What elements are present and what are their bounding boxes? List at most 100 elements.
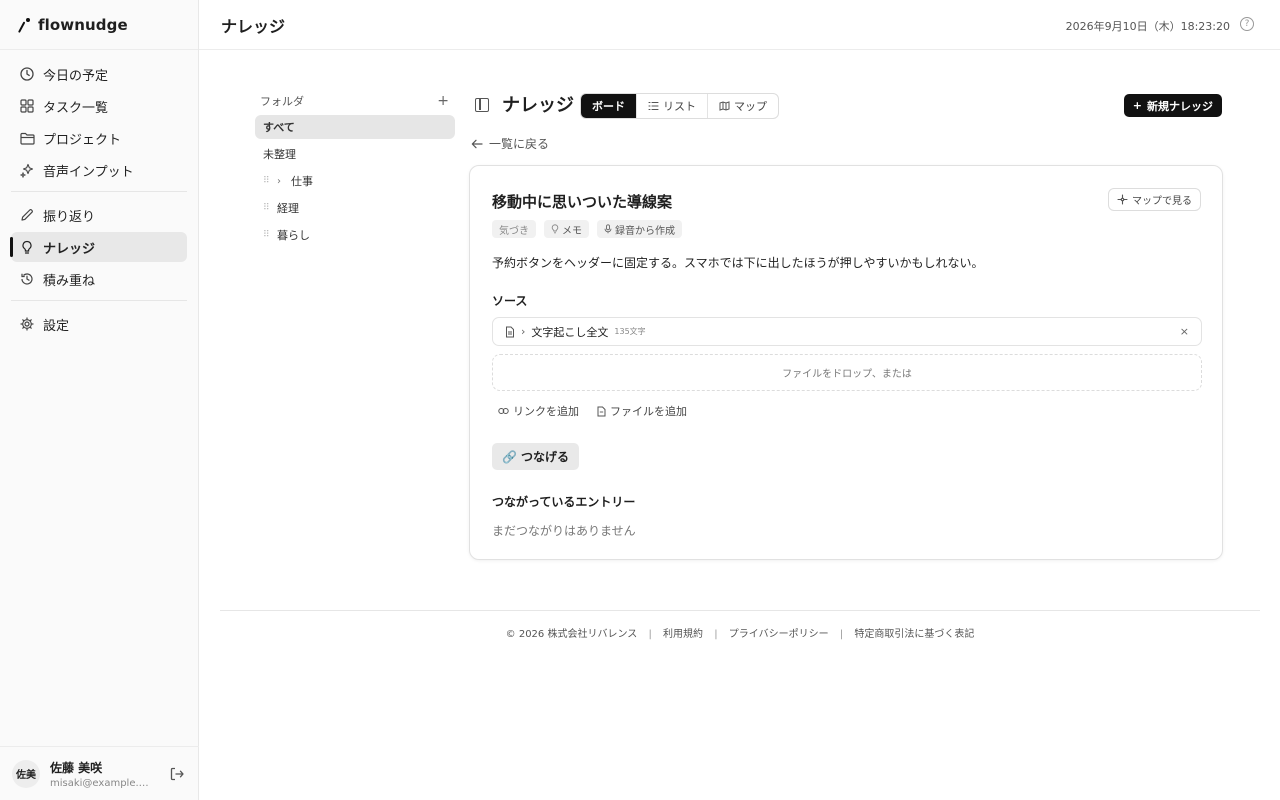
- source-section-title: ソース: [492, 294, 528, 308]
- back-to-list-link[interactable]: 一覧に戻る: [471, 135, 549, 152]
- sidebar-item-label: 設定: [43, 318, 70, 334]
- page-title: ナレッジ: [221, 16, 286, 36]
- sidebar-item-projects[interactable]: プロジェクト: [11, 123, 187, 153]
- clock-icon: [19, 66, 35, 82]
- sidebar-item-tasks[interactable]: タスク一覧: [11, 91, 187, 121]
- folder-icon: [19, 130, 35, 146]
- view-list-tab[interactable]: リスト: [637, 94, 708, 118]
- avatar: 佐美: [12, 759, 40, 788]
- add-file-button[interactable]: ファイルを追加: [597, 403, 687, 419]
- new-knowledge-label: 新規ナレッジ: [1147, 99, 1213, 113]
- knowledge-toolbar: ナレッジ ボード リスト マップ + 新規ナレッジ: [470, 93, 1222, 119]
- footer-terms-link[interactable]: 利用規約: [663, 629, 703, 640]
- sparkle-icon: [19, 162, 35, 178]
- origin-badge[interactable]: 録音から作成: [597, 220, 682, 238]
- close-icon[interactable]: ×: [1180, 325, 1189, 338]
- sidebar-item-reflection[interactable]: 振り返り: [11, 200, 187, 230]
- tag-label: メモ: [562, 225, 582, 237]
- nav-divider: [11, 300, 187, 301]
- folder-label: 仕事: [291, 175, 313, 188]
- tag-label: 気づき: [499, 225, 529, 237]
- brand[interactable]: flownudge: [0, 0, 198, 50]
- footer-divider: [220, 610, 1260, 611]
- footer-separator: |: [714, 629, 718, 640]
- view-map-tab[interactable]: マップ: [708, 94, 778, 118]
- chevron-right-icon[interactable]: ›: [277, 176, 287, 187]
- map-link-icon: [1117, 194, 1128, 205]
- link-chain-icon: 🔗: [502, 449, 517, 464]
- source-name: 文字起こし全文: [531, 325, 609, 339]
- sidebar-item-today[interactable]: 今日の予定: [11, 59, 187, 89]
- brand-name: flownudge: [38, 15, 128, 34]
- gear-icon: [19, 316, 35, 332]
- pencil-icon: [19, 207, 35, 223]
- sidebar-item-knowledge[interactable]: ナレッジ: [10, 232, 187, 262]
- folder-panel: フォルダ + すべて 未整理 ⠿ › 仕事 ⠿ 経理 ⠿ 暮らし: [255, 90, 455, 247]
- folder-item-accounting[interactable]: ⠿ 経理: [255, 196, 455, 220]
- arrow-left-icon: [471, 139, 483, 149]
- drop-zone-label: ファイルをドロップ、または: [782, 369, 912, 380]
- folder-item-all[interactable]: すべて: [255, 115, 455, 139]
- drag-handle-icon[interactable]: ⠿: [263, 203, 273, 213]
- folder-item-living[interactable]: ⠿ 暮らし: [255, 223, 455, 247]
- sidebar-item-accumulation[interactable]: 積み重ね: [11, 264, 187, 294]
- drag-handle-icon[interactable]: ⠿: [263, 176, 273, 186]
- source-item[interactable]: › 文字起こし全文 135文字 ×: [492, 317, 1202, 346]
- entry-body: 予約ボタンをヘッダーに固定する。スマホでは下に出したほうが押しやすいかもしれない…: [492, 256, 984, 270]
- footer-privacy-link[interactable]: プライバシーポリシー: [729, 629, 829, 640]
- nav-divider: [11, 191, 187, 192]
- folder-label: 暮らし: [277, 229, 310, 242]
- sidebar-item-label: 音声インプット: [43, 164, 134, 180]
- tag-label: 録音から作成: [615, 225, 675, 237]
- folder-panel-header: フォルダ +: [255, 90, 455, 112]
- map-button-label: マップで見る: [1132, 196, 1192, 207]
- footer: © 2026 株式会社リバレンス | 利用規約 | プライバシーポリシー | 特…: [220, 625, 1260, 640]
- panel-toggle-icon[interactable]: [475, 98, 489, 112]
- sidebar-item-voice-input[interactable]: 音声インプット: [11, 155, 187, 185]
- sidebar-nav: 今日の予定 タスク一覧 プロジェクト 音声インプット 振り返り ナレッジ 積み重…: [0, 50, 198, 339]
- view-board-tab[interactable]: ボード: [581, 94, 637, 118]
- sidebar-item-label: 積み重ね: [43, 273, 96, 289]
- folder-label: 経理: [277, 202, 299, 215]
- user-profile: 佐美 佐藤 美咲 misaki@example.com: [0, 746, 199, 800]
- entry-tags: 気づき メモ 録音から作成: [492, 220, 682, 238]
- new-knowledge-button[interactable]: + 新規ナレッジ: [1123, 94, 1222, 117]
- link-icon: [498, 407, 509, 415]
- view-label: ボード: [592, 100, 625, 113]
- footer-separator: |: [648, 629, 652, 640]
- footer-legal-link[interactable]: 特定商取引法に基づく表記: [854, 629, 974, 640]
- view-on-map-button[interactable]: マップで見る: [1108, 188, 1201, 211]
- brand-logo-icon: [16, 17, 32, 33]
- lightbulb-icon: [19, 239, 35, 255]
- tag-badge[interactable]: 気づき: [492, 220, 536, 238]
- connect-button[interactable]: 🔗 つなげる: [492, 443, 579, 470]
- add-folder-icon[interactable]: +: [437, 93, 449, 109]
- sidebar: flownudge 今日の予定 タスク一覧 プロジェクト 音声インプット 振り返…: [0, 0, 199, 800]
- add-link-button[interactable]: リンクを追加: [498, 403, 579, 419]
- file-drop-zone[interactable]: ファイルをドロップ、または: [492, 354, 1202, 391]
- folder-item-work[interactable]: ⠿ › 仕事: [255, 169, 455, 193]
- user-email: misaki@example.com: [50, 777, 150, 789]
- sidebar-item-label: プロジェクト: [43, 132, 122, 148]
- view-switcher: ボード リスト マップ: [580, 93, 779, 119]
- list-icon: [648, 101, 659, 111]
- sidebar-item-label: 振り返り: [43, 209, 96, 225]
- view-label: リスト: [663, 100, 696, 113]
- chevron-right-icon[interactable]: ›: [521, 325, 525, 338]
- page-header: ナレッジ 2026年9月10日（木）18:23:20 ?: [199, 0, 1280, 50]
- source-add-actions: リンクを追加 ファイルを追加: [498, 403, 687, 419]
- map-icon: [719, 101, 730, 111]
- folder-label: すべて: [263, 121, 295, 134]
- sidebar-item-settings[interactable]: 設定: [11, 309, 187, 339]
- drag-handle-icon[interactable]: ⠿: [263, 230, 273, 240]
- help-icon[interactable]: ?: [1240, 17, 1254, 31]
- type-badge[interactable]: メモ: [544, 220, 589, 238]
- sidebar-item-label: 今日の予定: [43, 68, 109, 84]
- main-title: ナレッジ: [502, 95, 574, 116]
- back-label: 一覧に戻る: [489, 137, 550, 151]
- current-datetime: 2026年9月10日（木）18:23:20: [1065, 20, 1230, 33]
- connected-entries-title: つながっているエントリー: [492, 495, 636, 509]
- logout-icon[interactable]: [169, 766, 185, 782]
- folder-item-unsorted[interactable]: 未整理: [255, 142, 455, 166]
- knowledge-entry-card: 移動中に思いついた導線案 マップで見る 気づき メモ 録音から作成 予約ボタンを…: [469, 165, 1223, 560]
